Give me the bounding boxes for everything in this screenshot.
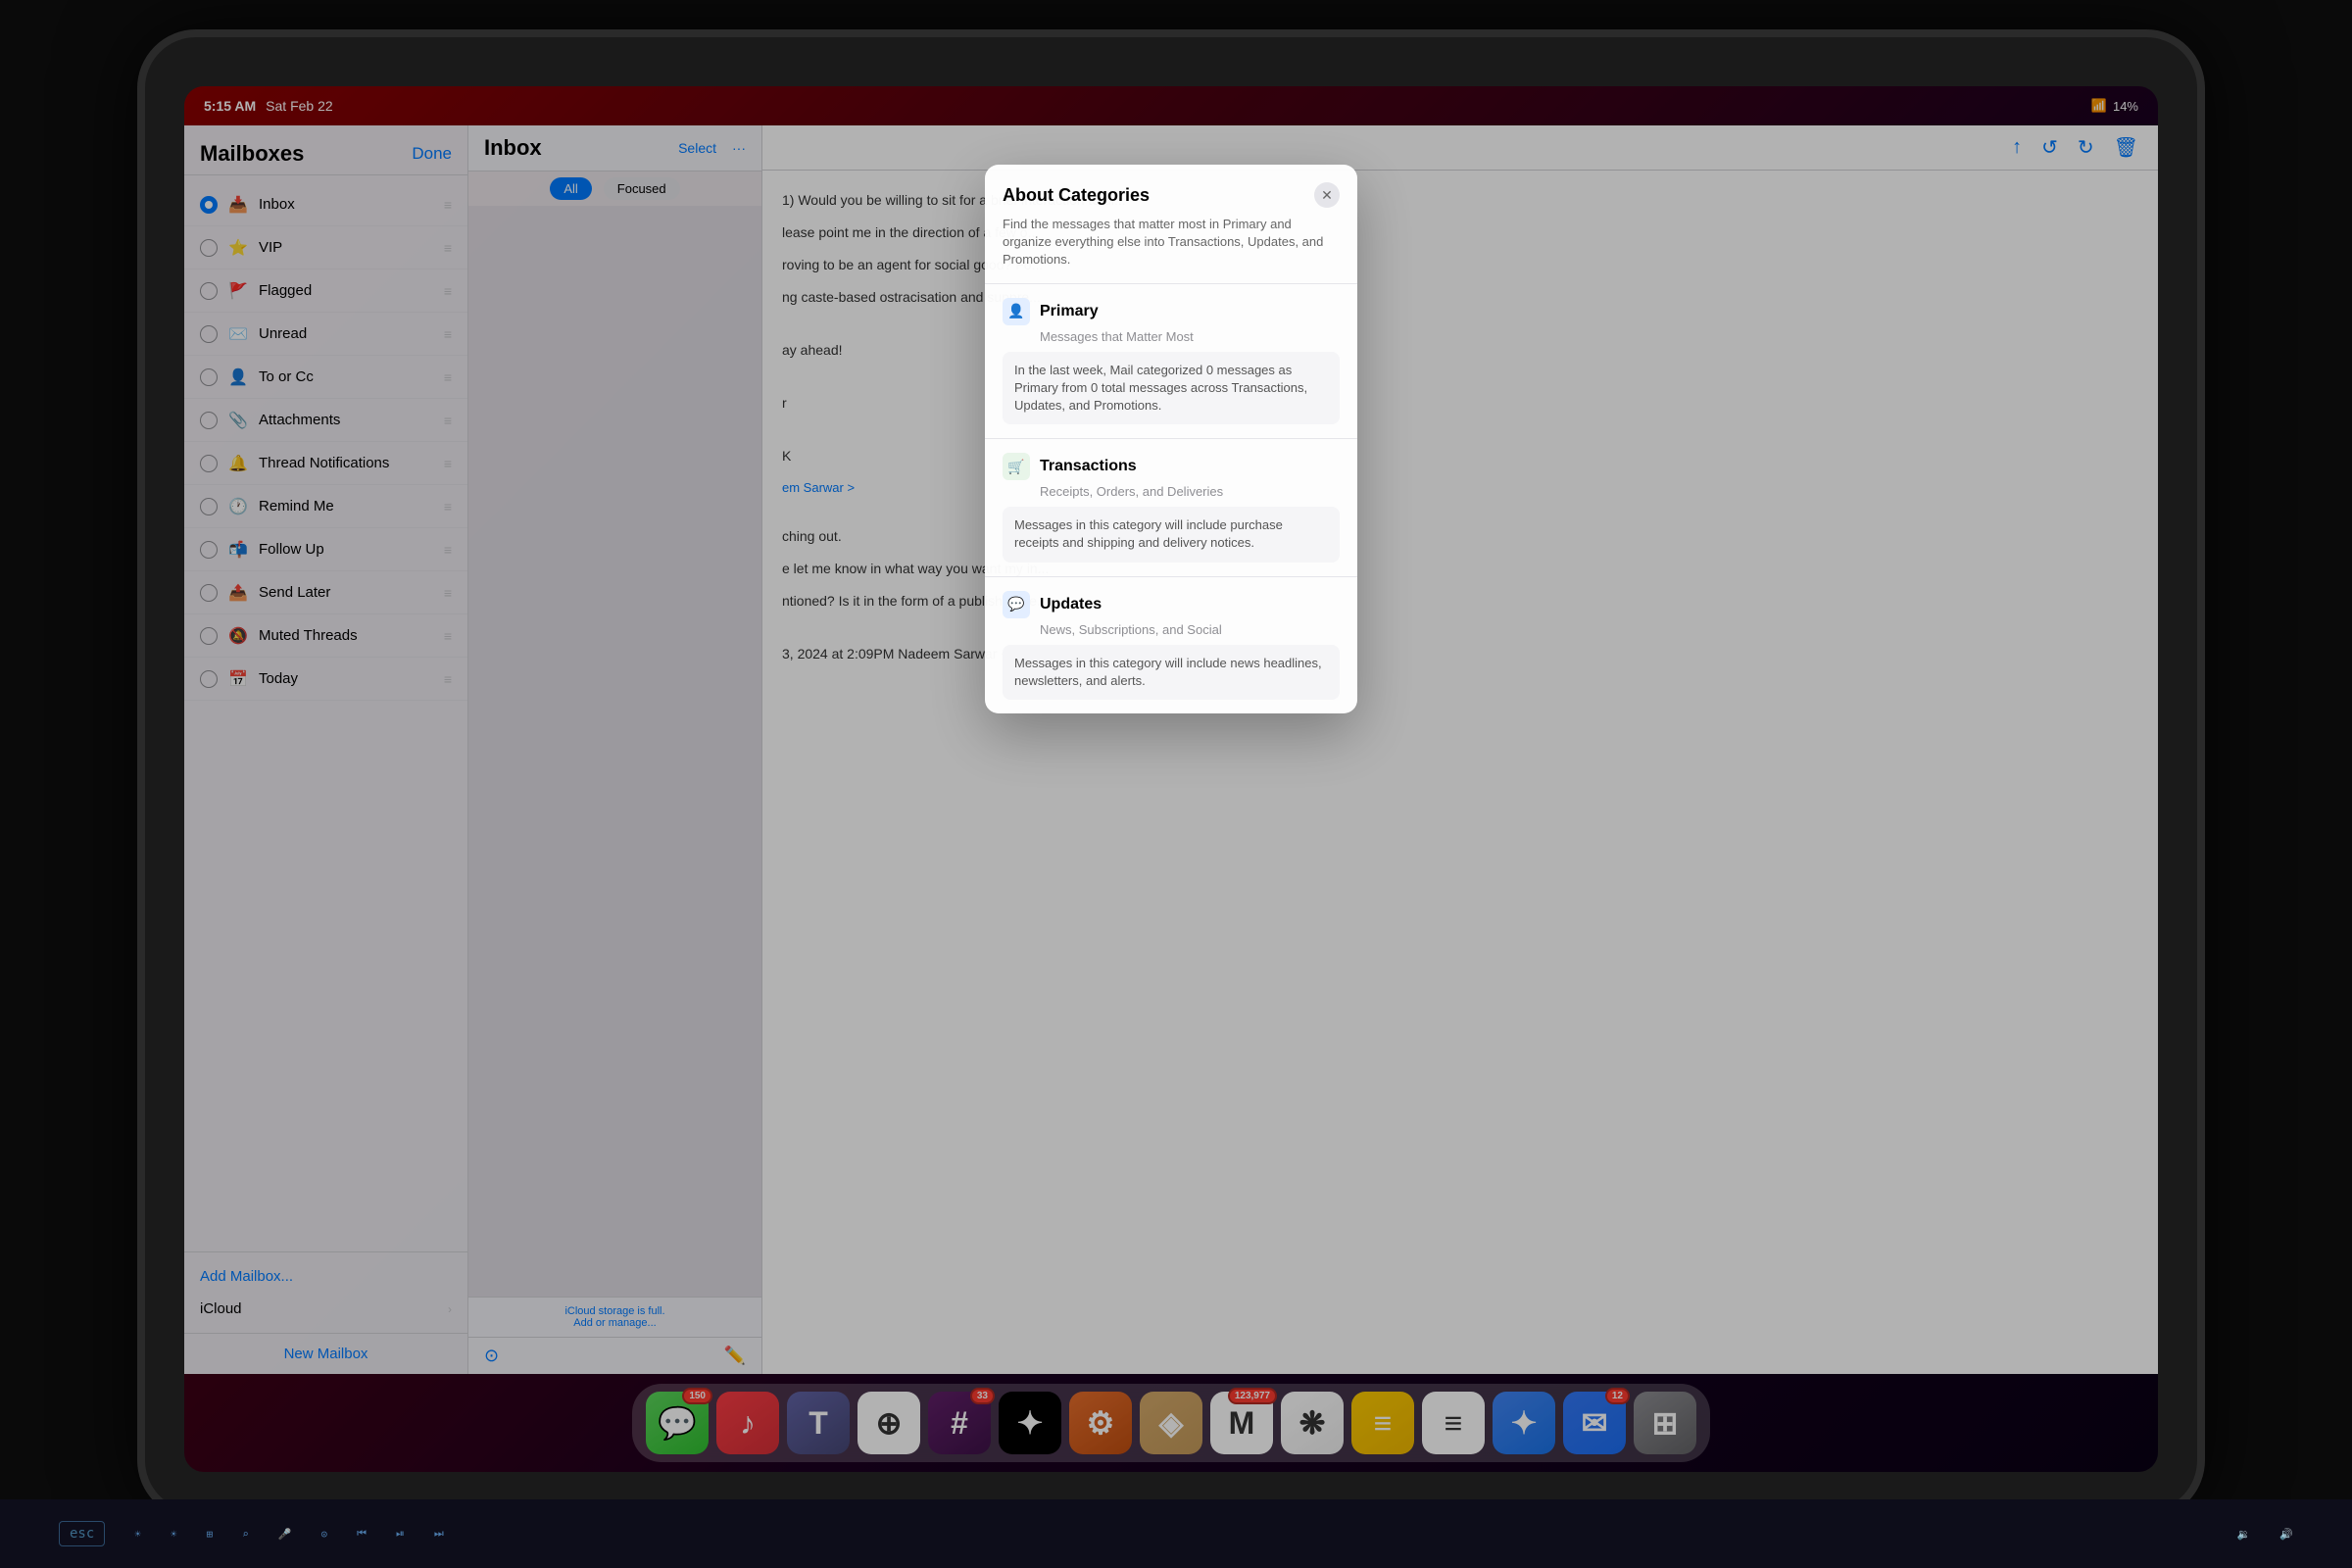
mic-key: 🎤 bbox=[278, 1528, 292, 1541]
category-tagline-primary: Messages that Matter Most bbox=[1040, 329, 1340, 344]
play-pause-key[interactable]: ⏯ bbox=[396, 1527, 405, 1541]
fast-forward-key: ⏭ bbox=[434, 1527, 444, 1541]
brightness-down-key: ☀ bbox=[134, 1528, 141, 1541]
category-tagline-transactions: Receipts, Orders, and Deliveries bbox=[1040, 484, 1340, 499]
ipad-frame: 5:15 AM Sat Feb 22 📶 14% Mailboxes Done … bbox=[137, 29, 2205, 1519]
category-header-primary: 👤 Primary bbox=[1003, 298, 1340, 325]
modal-categories: 👤 Primary Messages that Matter Most In t… bbox=[985, 284, 1357, 713]
siri-key: ⊙ bbox=[321, 1528, 328, 1541]
rewind-key: ⏮ bbox=[357, 1527, 367, 1541]
category-icon-updates: 💬 bbox=[1003, 591, 1030, 618]
search-key: ⌕ bbox=[242, 1528, 249, 1541]
category-desc-updates: Messages in this category will include n… bbox=[1003, 645, 1340, 700]
category-transactions: 🛒 Transactions Receipts, Orders, and Del… bbox=[985, 439, 1357, 576]
vol-up-key: 🔊 bbox=[2279, 1528, 2293, 1541]
about-categories-modal: About Categories ✕ Find the messages tha… bbox=[985, 165, 1357, 713]
modal-overlay: About Categories ✕ Find the messages tha… bbox=[184, 86, 2158, 1472]
category-tagline-updates: News, Subscriptions, and Social bbox=[1040, 622, 1340, 637]
modal-title: About Categories bbox=[1003, 185, 1150, 206]
modal-close-button[interactable]: ✕ bbox=[1314, 182, 1340, 208]
category-primary: 👤 Primary Messages that Matter Most In t… bbox=[985, 284, 1357, 440]
mission-control-key: ⊞ bbox=[207, 1528, 214, 1541]
category-icon-transactions: 🛒 bbox=[1003, 453, 1030, 480]
category-name-transactions: Transactions bbox=[1040, 458, 1137, 475]
esc-key[interactable]: esc bbox=[59, 1521, 105, 1546]
category-name-updates: Updates bbox=[1040, 596, 1102, 613]
category-header-updates: 💬 Updates bbox=[1003, 591, 1340, 618]
category-name-primary: Primary bbox=[1040, 303, 1099, 320]
ipad-screen: 5:15 AM Sat Feb 22 📶 14% Mailboxes Done … bbox=[184, 86, 2158, 1472]
category-updates: 💬 Updates News, Subscriptions, and Socia… bbox=[985, 577, 1357, 714]
category-desc-primary: In the last week, Mail categorized 0 mes… bbox=[1003, 352, 1340, 425]
vol-down-key: 🔉 bbox=[2237, 1528, 2251, 1541]
category-icon-primary: 👤 bbox=[1003, 298, 1030, 325]
brightness-up-key: ☀ bbox=[171, 1528, 177, 1541]
category-desc-transactions: Messages in this category will include p… bbox=[1003, 507, 1340, 562]
modal-subtitle: Find the messages that matter most in Pr… bbox=[985, 216, 1357, 284]
modal-header: About Categories ✕ bbox=[985, 165, 1357, 216]
category-header-transactions: 🛒 Transactions bbox=[1003, 453, 1340, 480]
